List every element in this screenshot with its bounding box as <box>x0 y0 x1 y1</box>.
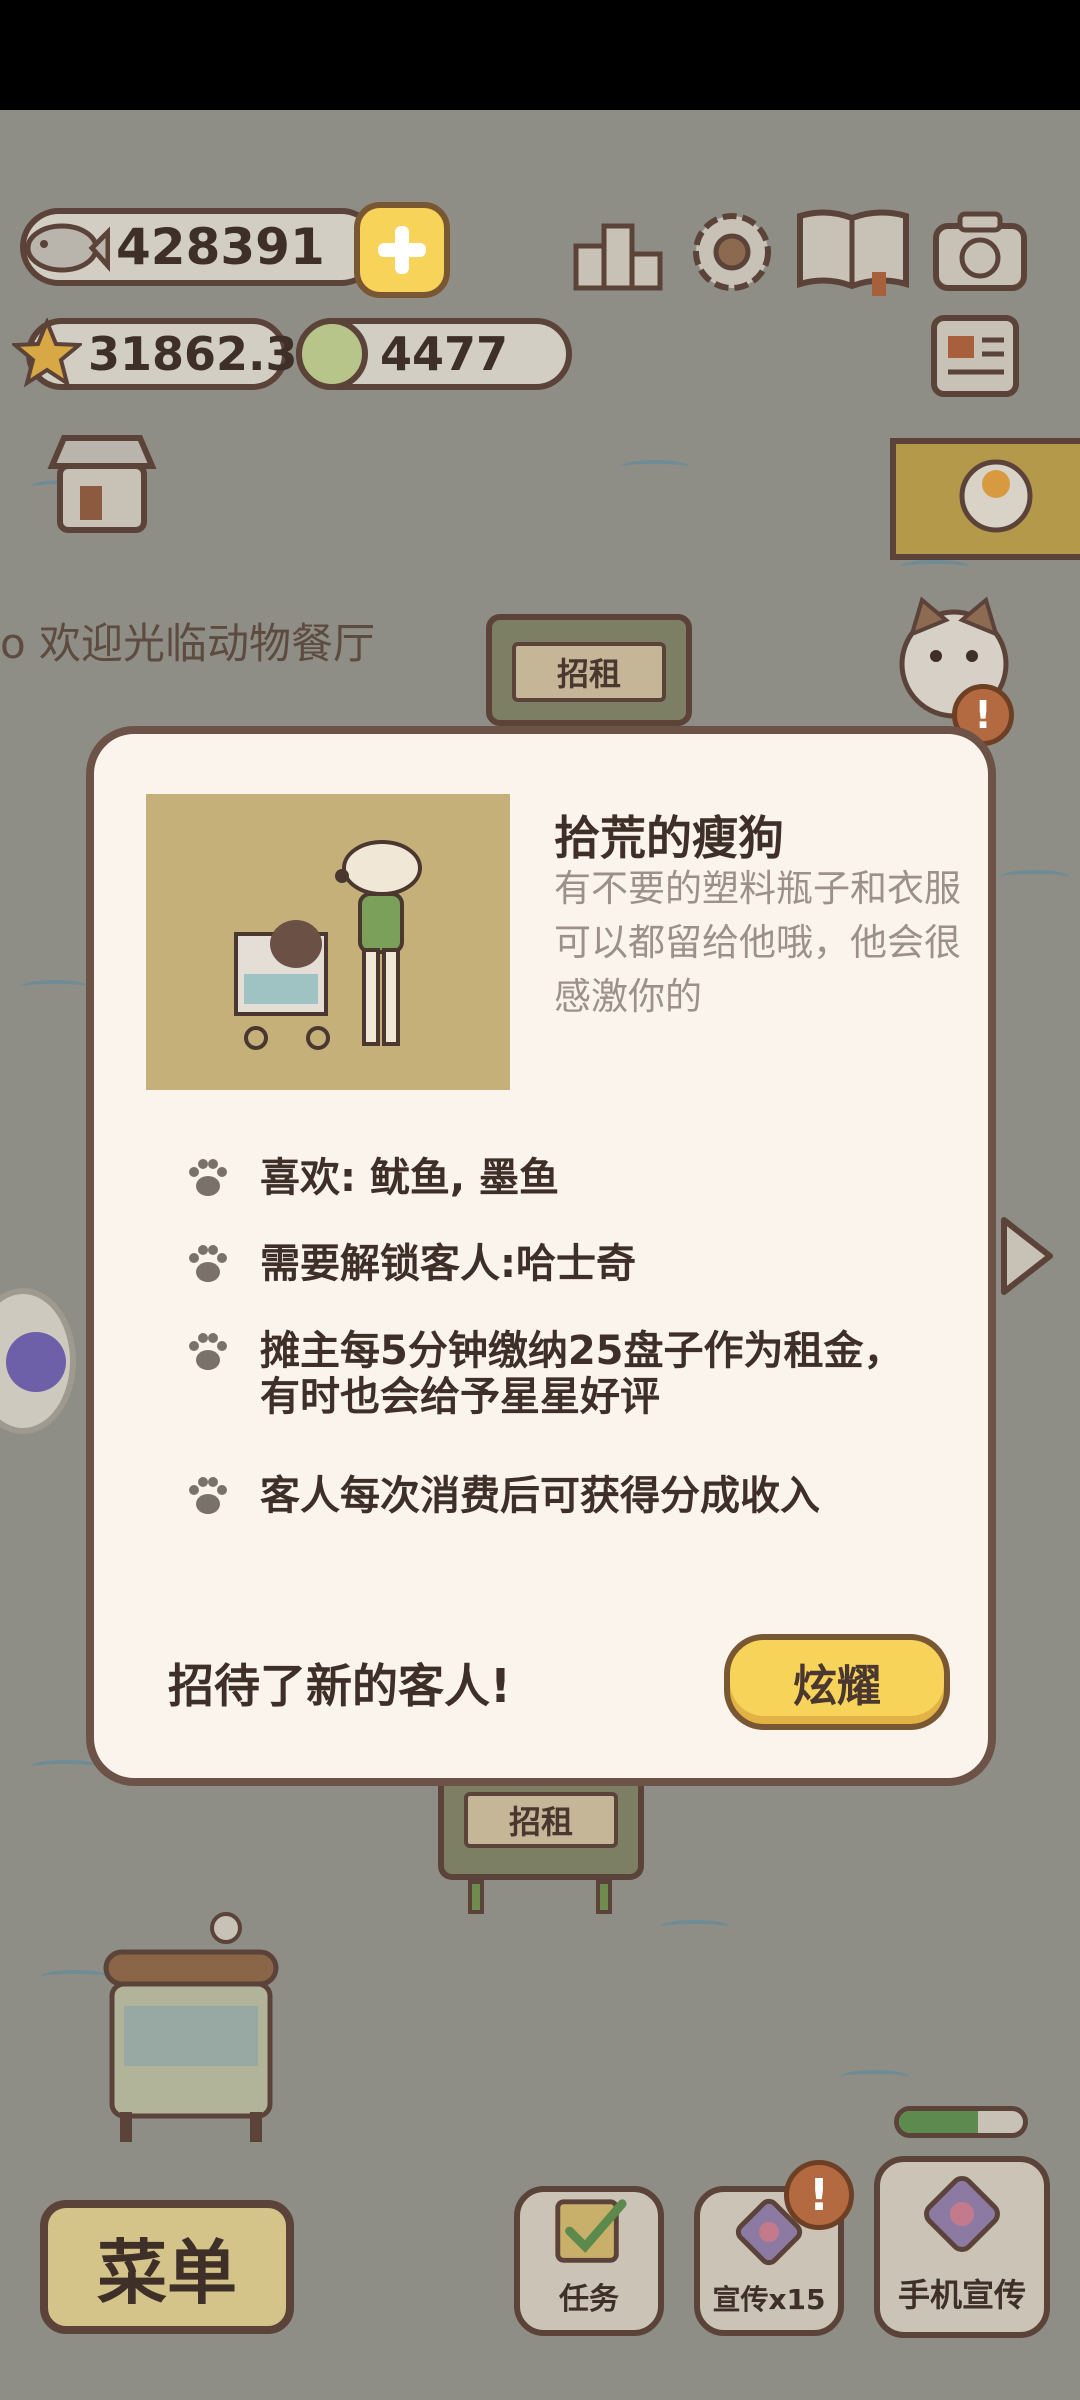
menu-label: 菜单 <box>97 2231 237 2314</box>
show-off-label: 炫耀 <box>793 1661 881 1712</box>
rent-sign-bottom[interactable]: 招租 <box>438 1784 644 1880</box>
rent-sign-bottom-label: 招租 <box>464 1792 618 1848</box>
sign-leg-left <box>468 1880 484 1914</box>
fish-count: 428391 <box>116 218 325 276</box>
new-guest-message: 招待了新的客人! <box>168 1659 511 1713</box>
side-mushroom-icon <box>6 1332 66 1392</box>
newspaper-icon[interactable] <box>928 312 1022 402</box>
menu-button[interactable]: 菜单 <box>40 2200 294 2334</box>
guest-description: 有不要的塑料瓶子和衣服可以都留给他哦，他会很感激你的 <box>554 867 961 1018</box>
camera-icon[interactable] <box>930 206 1030 296</box>
fish-icon <box>18 212 111 282</box>
recipe-book-icon[interactable] <box>794 202 912 296</box>
scavenger-dog-illustration <box>234 840 422 1050</box>
tasks-button[interactable]: 任务 <box>514 2186 664 2336</box>
welcome-marquee: o 欢迎光临动物餐厅 <box>0 619 376 668</box>
star-icon <box>9 316 85 388</box>
guest-unlock-requirement: 需要解锁客人:哈士奇 <box>260 1241 636 1287</box>
phone-promo-button[interactable]: 手机宣传 <box>874 2156 1050 2338</box>
shop-icon[interactable] <box>44 432 160 536</box>
star-count: 31862.3 <box>88 327 298 381</box>
status-bar <box>0 0 1080 110</box>
checklist-icon <box>555 2199 627 2263</box>
guest-name: 拾荒的瘦狗 <box>554 811 784 865</box>
plus-icon <box>378 226 426 274</box>
paw-icon <box>189 1333 227 1370</box>
progress-fill <box>899 2111 979 2133</box>
rent-sign-top[interactable]: 招租 <box>486 614 692 726</box>
phone-promo-label: 手机宣传 <box>897 2276 1026 2314</box>
promo-alert-badge: ! <box>784 2160 854 2230</box>
phone-flyer-icon <box>924 2176 1000 2252</box>
paw-icon <box>189 1159 227 1196</box>
aquarium-barrel[interactable] <box>96 1912 286 2146</box>
guest-revenue-share: 客人每次消费后可获得分成收入 <box>260 1473 820 1519</box>
promo-progress-bar <box>894 2106 1028 2138</box>
paw-icon <box>189 1245 227 1282</box>
new-guest-dialog: 拾荒的瘦狗 有不要的塑料瓶子和衣服可以都留给他哦，他会很感激你的 喜欢: 鱿鱼,… <box>86 726 996 1786</box>
token-icon <box>296 318 368 390</box>
show-off-button[interactable]: 炫耀 <box>724 1634 950 1730</box>
rent-sign-top-label: 招租 <box>512 642 666 702</box>
sign-leg-right <box>596 1880 612 1914</box>
leaderboard-icon[interactable] <box>570 206 666 296</box>
token-count: 4477 <box>380 327 509 381</box>
guest-likes: 喜欢: 鱿鱼, 墨鱼 <box>260 1155 560 1201</box>
paw-icon <box>189 1477 227 1514</box>
lion-dance-banner[interactable] <box>890 438 1080 560</box>
settings-gear-icon[interactable] <box>684 204 780 294</box>
tasks-label: 任务 <box>559 2282 619 2317</box>
guest-rent-info: 摊主每5分钟缴纳25盘子作为租金， 有时也会给予星星好评 <box>260 1328 904 1420</box>
lion-dance-icon <box>959 459 1033 533</box>
guest-portrait <box>146 794 510 1090</box>
promo-label: 宣传x15 <box>712 2283 826 2316</box>
add-fish-button[interactable] <box>354 202 450 298</box>
